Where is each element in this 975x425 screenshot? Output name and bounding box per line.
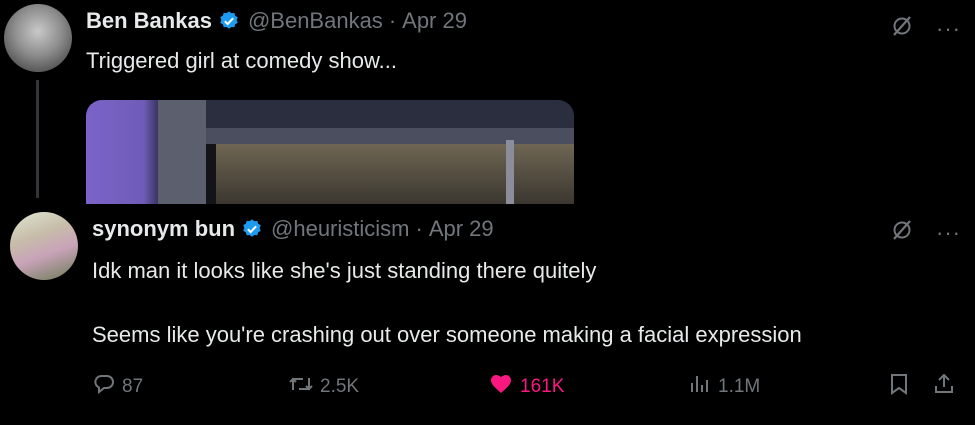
share-button[interactable] — [932, 372, 956, 402]
verified-badge-icon — [218, 10, 240, 32]
tweet-corner-actions: ··· — [890, 14, 961, 43]
reply-corner-actions: ··· — [890, 218, 961, 247]
media-roof — [206, 100, 574, 128]
bookmark-button[interactable] — [888, 372, 910, 402]
tweet-date[interactable]: Apr 29 — [402, 8, 467, 34]
avatar[interactable] — [10, 212, 78, 280]
media-tent — [216, 144, 574, 204]
tweet-media[interactable] — [86, 100, 574, 204]
separator: · — [388, 8, 397, 33]
separator: · — [415, 216, 423, 241]
media-panel — [158, 100, 206, 204]
share-icon — [932, 372, 956, 402]
grok-icon[interactable] — [890, 218, 914, 247]
tweet-header: Ben Bankas @BenBankas · Apr 29 — [86, 8, 467, 34]
author-handle[interactable]: @BenBankas — [248, 8, 383, 34]
repost-button[interactable]: 2.5K — [288, 372, 359, 402]
views-button[interactable]: 1.1M — [688, 372, 760, 402]
reply-icon — [92, 372, 116, 402]
reply-text-line-2: Seems like you're crashing out over some… — [92, 322, 802, 347]
tweet-thread: Ben Bankas @BenBankas · Apr 29 ··· Trigg… — [0, 0, 975, 425]
author-name[interactable]: Ben Bankas — [86, 8, 212, 34]
reply-action-bar: 87 2.5K 161K 1.1M — [92, 372, 962, 404]
avatar[interactable] — [4, 4, 72, 72]
views-icon — [688, 372, 712, 402]
bookmark-icon — [888, 372, 910, 402]
like-count: 161K — [520, 376, 565, 397]
verified-badge-icon — [241, 218, 263, 240]
thread-line — [36, 80, 39, 198]
reply-header: synonym bun @heuristicism · Apr 29 — [92, 216, 494, 242]
more-icon[interactable]: ··· — [936, 221, 961, 244]
heart-icon — [488, 372, 514, 402]
tweet-date[interactable]: Apr 29 — [429, 216, 494, 242]
reply-count: 87 — [122, 376, 144, 397]
more-icon[interactable]: ··· — [936, 17, 961, 40]
repost-count: 2.5K — [320, 376, 360, 397]
like-button[interactable]: 161K — [488, 372, 564, 402]
media-pole — [506, 140, 514, 204]
views-count: 1.1M — [718, 376, 761, 397]
media-bar — [206, 128, 574, 144]
tweet-text: Triggered girl at comedy show... — [86, 48, 397, 73]
author-handle[interactable]: @heuristicism — [271, 216, 409, 242]
grok-icon[interactable] — [890, 14, 914, 43]
media-stage-light — [86, 100, 158, 204]
author-name[interactable]: synonym bun — [92, 216, 235, 242]
repost-icon — [288, 372, 314, 402]
reply-button[interactable]: 87 — [92, 372, 143, 402]
reply-text-line-1: Idk man it looks like she's just standin… — [92, 258, 597, 283]
